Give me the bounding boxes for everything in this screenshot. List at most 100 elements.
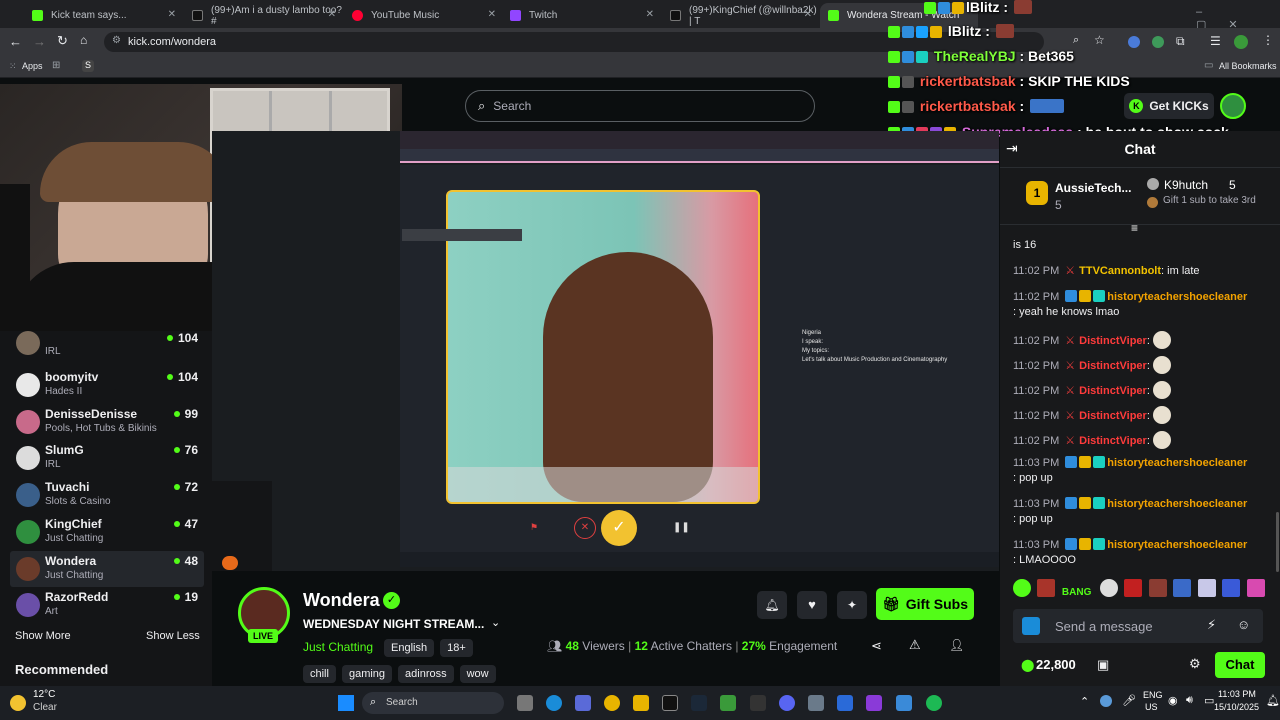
accept-call-icon[interactable]: ✓ [601,510,637,546]
report-warning-icon[interactable]: ⚠ [909,637,921,653]
edge-icon[interactable] [546,695,562,711]
user-avatar[interactable] [1220,93,1246,119]
chat-username[interactable]: DistinctViper [1079,335,1147,347]
emote[interactable] [1124,579,1143,597]
emote[interactable] [1246,579,1265,597]
browser-tab-5[interactable]: (99+)KingChief (@willnba2k) | T ✕ [662,3,818,28]
store-app-icon[interactable] [837,695,853,711]
sidebar-channel[interactable]: Wondera Just Chatting 48 [10,550,204,587]
chat-username[interactable]: historyteachershoecleaner [1107,457,1247,469]
emote-bang[interactable]: BANG [1062,587,1091,598]
sidebar-channel[interactable]: RazorRedd Art 19 [10,587,204,623]
task-view-icon[interactable] [517,695,533,711]
notification-bell-icon[interactable]: 🔔︎ [1266,694,1280,707]
back-arrow-icon[interactable]: ← [9,34,22,49]
chrome-icon[interactable] [604,695,620,711]
network-icon[interactable]: ◉ [1168,694,1178,707]
emote[interactable] [1197,579,1216,597]
chat-scrollbar[interactable] [1276,512,1279,572]
chat-username[interactable]: historyteachershoecleaner [1107,539,1247,551]
chat-username[interactable]: historyteachershoecleaner [1107,498,1247,510]
bookmark-icon[interactable]: S [82,60,94,72]
stream-category[interactable]: Just Chatting [303,640,373,654]
flag-icon[interactable]: ⚑ [530,522,538,533]
chat-username[interactable]: DistinctViper [1079,435,1147,447]
chat-username[interactable]: historyteachershoecleaner [1107,291,1247,303]
grid-icon[interactable]: ⊞ [52,60,60,71]
all-bookmarks[interactable]: All Bookmarks [1219,61,1277,71]
browser-tab-1[interactable]: Kick team says... ✕ [24,3,182,28]
emote[interactable] [1013,579,1031,597]
app-icon[interactable] [575,695,591,711]
forward-arrow-icon[interactable]: → [33,34,46,49]
points-balance[interactable]: 22,800 [1036,657,1076,672]
close-tab-icon[interactable]: ✕ [168,9,176,20]
pause-icon[interactable]: ❚❚ [673,522,690,533]
discord-icon[interactable] [779,695,795,711]
heart-icon[interactable]: ♥ [797,591,827,619]
xbox-icon[interactable] [720,695,736,711]
tag[interactable]: gaming [341,665,393,683]
share-icon[interactable]: ⋖ [871,638,882,654]
emote[interactable] [1173,579,1192,597]
close-tab-icon[interactable]: ✕ [328,9,336,20]
reload-icon[interactable]: ↻ [57,33,68,49]
tiktok-app-icon[interactable] [662,695,678,711]
emoji-icon[interactable]: ☺ [1237,617,1250,632]
extensions-puzzle-icon[interactable]: ⧉ [1176,34,1185,49]
browser-tab-2[interactable]: (99+)Am i a dusty lambo too? # ✕ [184,3,342,28]
obs-icon[interactable] [866,695,882,711]
input-language[interactable]: ENG [1143,690,1163,700]
home-icon[interactable]: ⌂ [80,33,87,47]
quick-emote-icon[interactable]: ⚡︎ [1207,617,1216,633]
clock-date[interactable]: 15/10/2025 [1214,702,1259,712]
tray-icon[interactable] [1100,695,1112,707]
sidebar-channel[interactable]: KingChief Just Chatting 47 [10,514,204,550]
settings-gear-icon[interactable]: ⚙ [1189,656,1201,672]
chevron-down-icon[interactable]: ⌄ [491,616,500,629]
sparkle-icon[interactable]: ✦ [837,591,867,619]
show-less-button[interactable]: Show Less [146,630,200,642]
sidebar-channel[interactable]: Tuvachi Slots & Casino 72 [10,477,204,513]
store-icon[interactable]: ▣ [1097,657,1109,673]
emote[interactable] [1222,579,1241,597]
input-region[interactable]: US [1145,702,1158,712]
tray-chevron-icon[interactable]: ⌃ [1080,695,1089,708]
sidebar-icon[interactable]: ☰ [1210,34,1221,48]
browser-tab-3[interactable]: YouTube Music ✕ [344,3,502,28]
stream-video-player[interactable]: Nigeria I speak: My topics: Let's talk a… [212,131,999,571]
send-chat-button[interactable]: Chat [1215,652,1265,678]
gift-subs-button[interactable]: 🎁︎ Gift Subs [876,588,974,620]
zoom-icon[interactable]: ⌕ [1073,34,1079,47]
leader-name[interactable]: K9hutch [1164,178,1208,192]
url-text[interactable]: kick.com/wondera [128,36,216,48]
chat-username[interactable]: DistinctViper [1079,410,1147,422]
bookmark-apps[interactable]: Apps [22,61,43,71]
file-explorer-icon[interactable] [633,695,649,711]
chat-username[interactable]: DistinctViper [1079,385,1147,397]
emote[interactable] [1099,579,1118,597]
tag[interactable]: English [384,639,435,657]
sidebar-channel[interactable]: DenisseDenisse Pools, Hot Tubs & Bikinis 9… [10,404,204,440]
show-more-button[interactable]: Show More [15,630,71,642]
settings-icon[interactable] [808,695,824,711]
browser-tab-4[interactable]: Twitch ✕ [502,3,660,28]
windows-start-icon[interactable] [338,695,354,711]
close-tab-icon[interactable]: ✕ [804,9,812,20]
app-icon[interactable] [896,695,912,711]
bell-icon[interactable]: 🔔︎ [757,591,787,619]
bookmark-star-icon[interactable]: ☆ [1094,33,1105,47]
close-tab-icon[interactable]: ✕ [488,9,496,20]
tag[interactable]: adinross [398,665,454,683]
search-input[interactable]: ⌕ Search [465,90,815,122]
chat-input[interactable]: Send a message ⚡︎ ☺ [1013,609,1263,643]
sidebar-channel-partial[interactable]: IRL 104 [10,331,204,367]
weather-temp[interactable]: 12°C [33,689,55,700]
clock-time[interactable]: 11:03 PM [1218,689,1256,699]
spotify-icon[interactable] [926,695,942,711]
chat-username[interactable]: DistinctViper [1079,360,1147,372]
leader-name[interactable]: AussieTech... [1055,181,1131,195]
tag[interactable]: chill [303,665,336,683]
extension-icon[interactable] [1152,36,1164,48]
epic-games-icon[interactable] [750,695,766,711]
